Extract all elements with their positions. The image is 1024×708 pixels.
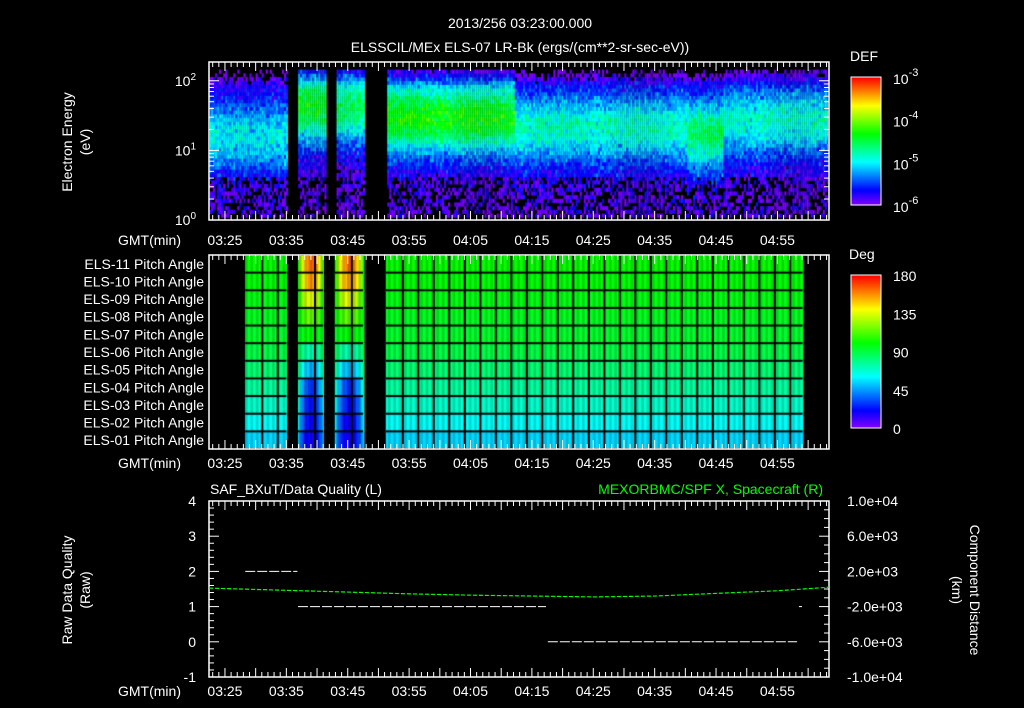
deg-colorbar-tick-label: 135 <box>893 306 917 322</box>
pitch-panel-time-tick-label: 03:45 <box>330 455 365 471</box>
distance-axis-units: (km) <box>949 576 965 604</box>
quality-panel-time-tick-label: 04:05 <box>453 683 488 699</box>
def-colorbar-tick-label: 10-5 <box>893 152 918 172</box>
energy-panel-time-tick-label: 03:45 <box>330 232 365 248</box>
quality-panel-time-tick-label: 03:55 <box>392 683 427 699</box>
quality-panel-time-tick-label: 03:45 <box>330 683 365 699</box>
pitch-panel-time-tick-label: 04:15 <box>514 455 549 471</box>
quality-panel-time-tick-label: 04:15 <box>514 683 549 699</box>
gmt-label-3: GMT(min) <box>118 683 181 699</box>
def-colorbar-frame <box>850 76 882 206</box>
pitch-row-label: ELS-03 Pitch Angle <box>83 397 204 413</box>
gmt-label-2: GMT(min) <box>118 455 181 471</box>
plot-timestamp: 2013/256 03:23:00.000 <box>448 15 592 31</box>
pitch-row-label: ELS-09 Pitch Angle <box>83 291 204 307</box>
energy-panel-frame <box>208 61 830 221</box>
energy-panel-time-tick-label: 03:25 <box>207 232 242 248</box>
pitch-row-label: ELS-07 Pitch Angle <box>83 326 204 342</box>
plot-axes: 2013/256 03:23:00.000 ELSSCIL/MEx ELS-07… <box>59 15 983 699</box>
energy-panel-time-tick-label: 04:05 <box>453 232 488 248</box>
energy-tick-label: 101 <box>175 141 197 158</box>
energy-panel-time-tick-label: 04:55 <box>760 232 795 248</box>
pitch-panel-time-tick-label: 04:45 <box>699 455 734 471</box>
deg-colorbar-tick-label: 90 <box>893 345 909 361</box>
x-component-line <box>208 586 830 598</box>
deg-colorbar-tick-label: 0 <box>893 421 901 437</box>
pitch-row-label: ELS-05 Pitch Angle <box>83 362 204 378</box>
quality-panel-time-tick-label: 04:35 <box>637 683 672 699</box>
quality-tick-label: -1 <box>184 669 197 685</box>
pitch-panel-time-tick-label: 04:05 <box>453 455 488 471</box>
def-colorbar-title: DEF <box>850 48 878 64</box>
quality-panel-time-tick-label: 03:35 <box>269 683 304 699</box>
quality-panel-time-tick-label: 03:25 <box>207 683 242 699</box>
quality-tick-label: 1 <box>188 599 196 615</box>
pitch-panel-time-tick-label: 04:25 <box>576 455 611 471</box>
energy-panel-time-tick-label: 04:45 <box>699 232 734 248</box>
pitch-panel-time-tick-label: 03:25 <box>207 455 242 471</box>
energy-panel-time-tick-label: 04:15 <box>514 232 549 248</box>
quality-panel-time-tick-label: 04:25 <box>576 683 611 699</box>
pitch-panel-time-tick-label: 04:55 <box>760 455 795 471</box>
deg-colorbar-tick-label: 180 <box>893 268 917 284</box>
distance-tick-label: -6.0e+03 <box>847 634 903 650</box>
quality-panel-time-tick-label: 04:55 <box>760 683 795 699</box>
energy-panel-time-tick-label: 04:35 <box>637 232 672 248</box>
def-colorbar-tick-label: 10-4 <box>893 110 918 130</box>
energy-panel-time-tick-label: 03:35 <box>269 232 304 248</box>
quality-panel-right-title: MEXORBMC/SPF X, Spacecraft (R) <box>598 481 823 497</box>
pitch-row-label: ELS-10 Pitch Angle <box>83 273 204 289</box>
distance-axis-label: Component Distance <box>967 525 983 656</box>
deg-colorbar-title: Deg <box>849 246 875 262</box>
deg-colorbar-tick-label: 45 <box>893 383 909 399</box>
pitch-row-label: ELS-04 Pitch Angle <box>83 379 204 395</box>
pitch-row-label: ELS-01 Pitch Angle <box>83 432 204 448</box>
energy-tick-label: 102 <box>175 72 197 89</box>
pitch-panel-time-tick-label: 04:35 <box>637 455 672 471</box>
gmt-label-1: GMT(min) <box>118 232 181 248</box>
pitch-panel-time-tick-label: 03:55 <box>392 455 427 471</box>
pitch-panel-time-tick-label: 03:35 <box>269 455 304 471</box>
distance-tick-label: 6.0e+03 <box>847 528 898 544</box>
pitch-row-label: ELS-06 Pitch Angle <box>83 344 204 360</box>
distance-tick-label: -1.0e+04 <box>847 669 903 685</box>
plot-title: ELSSCIL/MEx ELS-07 LR-Bk (ergs/(cm**2-sr… <box>351 39 689 55</box>
distance-tick-label: 1.0e+04 <box>847 493 898 509</box>
quality-axis-units: (Raw) <box>77 571 93 608</box>
def-colorbar-tick-label: 10-6 <box>893 195 918 215</box>
distance-tick-label: -2.0e+03 <box>847 599 903 615</box>
quality-tick-label: 3 <box>188 528 196 544</box>
plot-window: 2013/256 03:23:00.000 ELSSCIL/MEx ELS-07… <box>0 0 1024 708</box>
quality-tick-label: 0 <box>188 634 196 650</box>
quality-panel-frame <box>208 500 830 678</box>
energy-axis-label: Electron Energy <box>59 92 75 192</box>
quality-tick-label: 4 <box>188 493 196 509</box>
pitch-panel-frame <box>208 254 830 450</box>
energy-axis-units: (eV) <box>77 129 93 155</box>
pitch-row-label: ELS-02 Pitch Angle <box>83 415 204 431</box>
quality-axis-label: Raw Data Quality <box>59 536 75 645</box>
quality-tick-label: 2 <box>188 563 196 579</box>
energy-panel-time-tick-label: 04:25 <box>576 232 611 248</box>
pitch-row-label: ELS-11 Pitch Angle <box>84 256 204 272</box>
quality-panel-time-tick-label: 04:45 <box>699 683 734 699</box>
def-colorbar-tick-label: 10-3 <box>893 67 918 87</box>
distance-tick-label: 2.0e+03 <box>847 563 898 579</box>
energy-tick-label: 100 <box>175 211 197 228</box>
deg-colorbar-frame <box>850 274 882 429</box>
pitch-row-label: ELS-08 Pitch Angle <box>83 309 204 325</box>
energy-panel-time-tick-label: 03:55 <box>392 232 427 248</box>
quality-panel-left-title: SAF_BXuT/Data Quality (L) <box>210 481 382 497</box>
